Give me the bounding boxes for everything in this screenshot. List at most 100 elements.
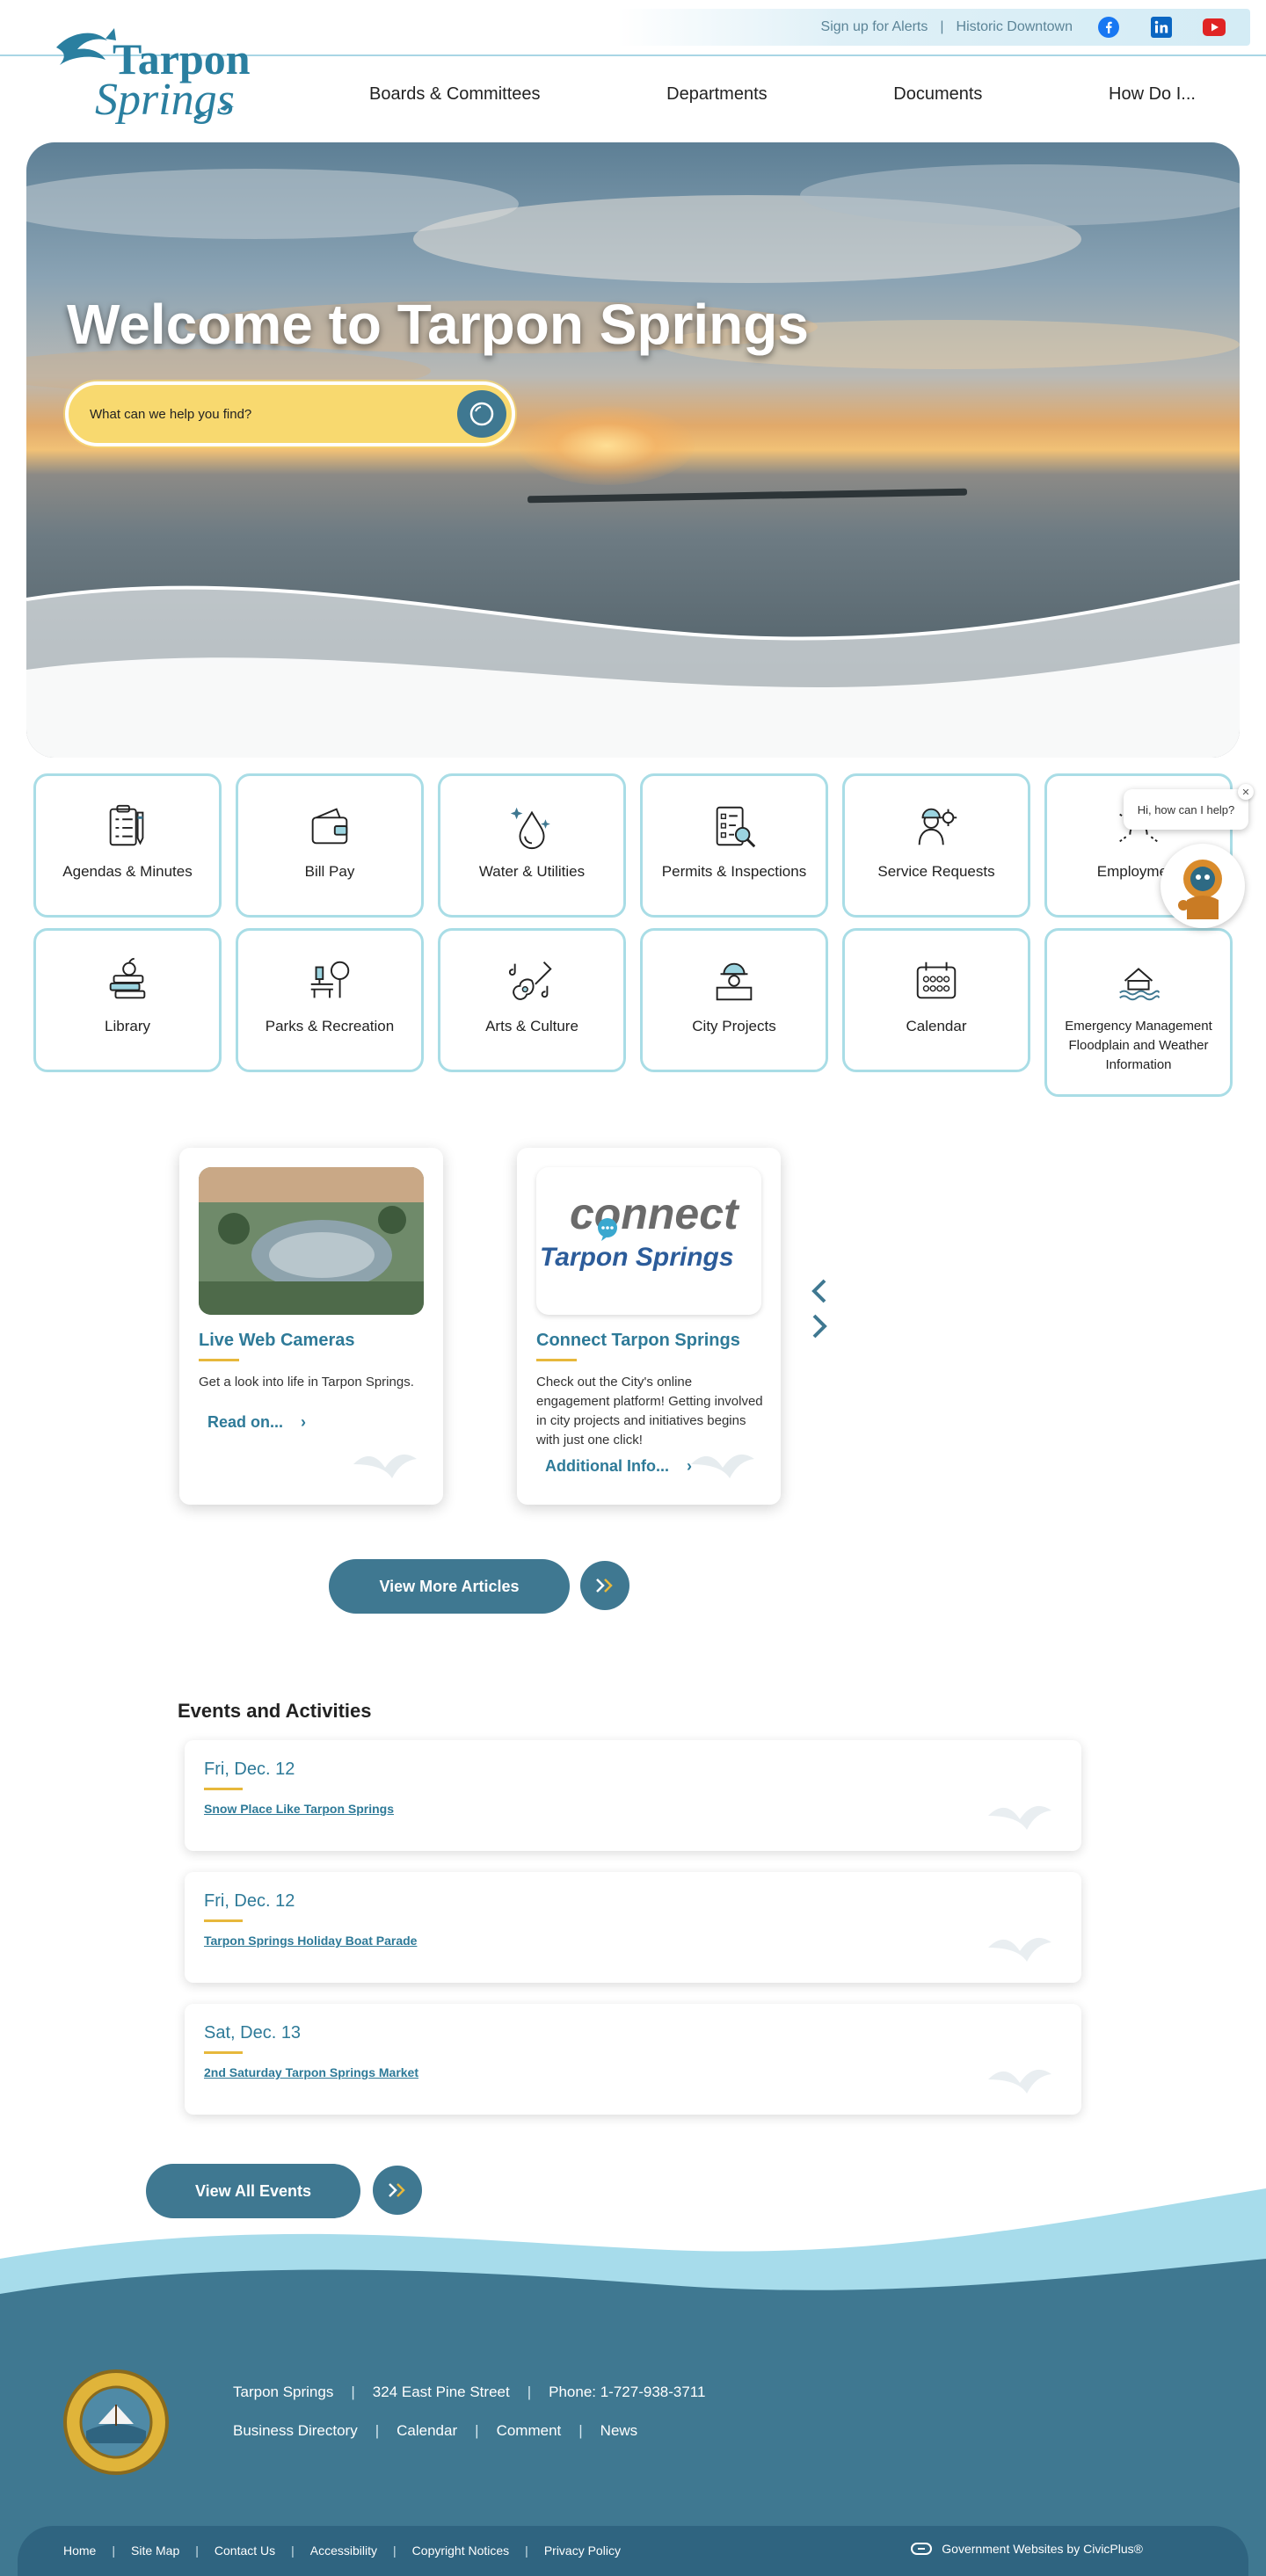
slider-prev-arrow-icon[interactable] [809, 1278, 830, 1304]
quick-link-label: Bill Pay [304, 863, 355, 880]
chatbot-avatar[interactable] [1160, 844, 1245, 928]
separator: | [527, 2384, 532, 2400]
view-more-articles-arrow-button[interactable] [580, 1561, 629, 1610]
chat-close-icon[interactable]: ✕ [1238, 784, 1254, 800]
guitar-icon [508, 961, 552, 1000]
events-heading: Events and Activities [178, 1700, 372, 1722]
search-icon [469, 402, 494, 426]
separator: | [291, 2543, 295, 2558]
footer-phone[interactable]: Phone: 1-727-938-3711 [549, 2384, 705, 2401]
quick-link-agendas-minutes[interactable]: Agendas & Minutes [33, 773, 222, 918]
seagull-watermark-icon [988, 1937, 1051, 1962]
footer-link-news[interactable]: News [600, 2422, 638, 2440]
footer-links-line: Business Directory | Calendar | Comment … [233, 2422, 637, 2440]
historic-downtown-link[interactable]: Historic Downtown [944, 19, 1085, 35]
event-date: Sat, Dec. 13 [204, 2023, 302, 2043]
speech-bubble-icon [598, 1218, 617, 1241]
separator: | [475, 2422, 479, 2439]
footer-accessibility-link[interactable]: Accessibility [310, 2543, 377, 2558]
view-more-articles-button[interactable]: View More Articles [329, 1559, 570, 1614]
logo-word-springs: Springs [95, 75, 235, 125]
site-logo[interactable]: Tarpon Springs [53, 21, 264, 130]
footer-wave-divider [0, 2188, 1266, 2311]
event-card[interactable]: Fri, Dec. 12 Tarpon Springs Holiday Boat… [185, 1872, 1081, 1983]
linkedin-icon[interactable] [1150, 16, 1173, 39]
nav-departments[interactable]: Departments [631, 84, 803, 105]
quick-link-arts-culture[interactable]: Arts & Culture [438, 928, 626, 1072]
slider-next-arrow-icon[interactable] [809, 1313, 830, 1339]
footer-link-calendar[interactable]: Calendar [397, 2422, 457, 2440]
event-date: Fri, Dec. 12 [204, 1760, 295, 1779]
footer-copyright-link[interactable]: Copyright Notices [412, 2543, 510, 2558]
read-on-link[interactable]: Read on... › [207, 1413, 306, 1432]
quick-link-label: Calendar [906, 1018, 967, 1034]
footer-contact-us-link[interactable]: Contact Us [215, 2543, 275, 2558]
nav-documents[interactable]: Documents [858, 84, 1017, 105]
footer-contact-line: Tarpon Springs | 324 East Pine Street | … [233, 2384, 705, 2401]
civicplus-text: Government Websites by CivicPlus® [942, 2542, 1143, 2556]
quick-link-city-projects[interactable]: City Projects [640, 928, 828, 1072]
facebook-icon[interactable] [1097, 16, 1120, 39]
seagull-watermark-icon [988, 2069, 1051, 2093]
chat-prompt-bubble[interactable]: Hi, how can I help? ✕ [1124, 784, 1254, 830]
quick-link-label: Water & Utilities [478, 863, 586, 880]
additional-info-label: Additional Info... [545, 1457, 669, 1475]
footer-privacy-link[interactable]: Privacy Policy [544, 2543, 621, 2558]
nav-how-do-i[interactable]: How Do I... [1073, 84, 1231, 105]
seagull-watermark-icon [691, 1454, 754, 1478]
quick-link-label: Parks & Recreation [265, 1018, 395, 1034]
footer-site-map-link[interactable]: Site Map [131, 2543, 179, 2558]
quick-link-calendar[interactable]: Calendar [842, 928, 1030, 1072]
utility-bar: Sign up for Alerts | Historic Downtown [617, 9, 1250, 46]
event-title-link[interactable]: Tarpon Springs Holiday Boat Parade [204, 1934, 417, 1948]
water-drop-icon [510, 807, 550, 850]
separator: | [351, 2384, 355, 2400]
civicplus-credit[interactable]: Government Websites by CivicPlus® [910, 2542, 1143, 2556]
quick-link-label: Permits & Inspections [661, 863, 807, 880]
event-card[interactable]: Sat, Dec. 13 2nd Saturday Tarpon Springs… [185, 2004, 1081, 2115]
event-date: Fri, Dec. 12 [204, 1891, 295, 1911]
article-card-web-cameras[interactable]: Live Web Cameras Get a look into life in… [179, 1148, 443, 1505]
accent-rule [199, 1359, 239, 1361]
aerial-park-image [199, 1167, 424, 1315]
flood-house-icon [1119, 968, 1160, 1001]
event-title-link[interactable]: Snow Place Like Tarpon Springs [204, 1802, 394, 1816]
quick-link-bill-pay[interactable]: Bill Pay [236, 773, 424, 918]
quick-link-emergency-management[interactable]: Emergency Management Floodplain and Weat… [1044, 928, 1233, 1097]
quick-link-water-utilities[interactable]: Water & Utilities [438, 773, 626, 918]
wallet-icon [311, 808, 348, 845]
separator: | [375, 2422, 380, 2439]
checklist-icon [716, 806, 756, 848]
quick-link-library[interactable]: Library [33, 928, 222, 1072]
event-card[interactable]: Fri, Dec. 12 Snow Place Like Tarpon Spri… [185, 1740, 1081, 1851]
separator: | [195, 2543, 199, 2558]
quick-link-permits-inspections[interactable]: Permits & Inspections [640, 773, 828, 918]
quick-link-service-requests[interactable]: Service Requests [842, 773, 1030, 918]
city-seal-icon [79, 2385, 153, 2459]
search-button[interactable] [457, 390, 506, 438]
hero-title: Welcome to Tarpon Springs [67, 293, 809, 356]
article-title: Connect Tarpon Springs [536, 1331, 740, 1350]
seagull-watermark-icon [988, 1805, 1051, 1830]
event-title-link[interactable]: 2nd Saturday Tarpon Springs Market [204, 2065, 418, 2079]
civicplus-logo-icon [911, 2543, 933, 2555]
footer-link-business-directory[interactable]: Business Directory [233, 2422, 358, 2440]
hardhat-icon [716, 962, 753, 1001]
city-seal-logo[interactable] [63, 2369, 169, 2475]
read-on-label: Read on... [207, 1413, 284, 1431]
footer-home-link[interactable]: Home [63, 2543, 96, 2558]
separator: | [578, 2422, 583, 2439]
site-search-input[interactable] [90, 406, 441, 422]
park-bench-icon [310, 961, 350, 998]
quick-link-label: Library [105, 1018, 150, 1034]
main-nav: Boards & Committees Departments Document… [334, 84, 1231, 105]
footer-link-comment[interactable]: Comment [497, 2422, 562, 2440]
quick-link-label: Service Requests [877, 863, 995, 880]
additional-info-link[interactable]: Additional Info... › [545, 1457, 692, 1476]
article-card-connect[interactable]: connect Tarpon Springs Connect Tarpon Sp… [517, 1148, 781, 1505]
nav-boards-committees[interactable]: Boards & Committees [334, 84, 576, 105]
youtube-icon[interactable] [1203, 16, 1226, 39]
sign-up-alerts-link[interactable]: Sign up for Alerts [809, 19, 941, 35]
quick-link-label: Arts & Culture [485, 1018, 578, 1034]
quick-link-parks-recreation[interactable]: Parks & Recreation [236, 928, 424, 1072]
